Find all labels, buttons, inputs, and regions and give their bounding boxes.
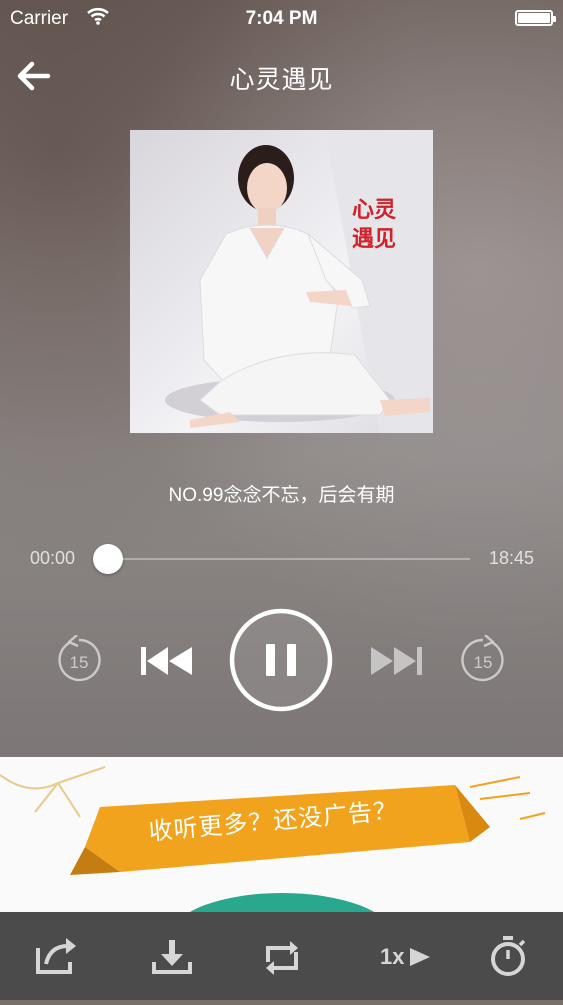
previous-button[interactable] <box>140 645 194 677</box>
forward-15-icon: 15 <box>461 634 504 682</box>
skip-previous-icon <box>141 647 192 675</box>
repeat-button[interactable] <box>258 912 306 1000</box>
forward-seconds: 15 <box>474 653 493 672</box>
rewind-seconds: 15 <box>70 653 89 672</box>
forward-15-button[interactable]: 15 <box>459 634 507 685</box>
share-button[interactable] <box>32 912 80 1000</box>
next-button[interactable] <box>370 645 424 677</box>
timer-button[interactable] <box>484 912 532 1000</box>
clock: 7:04 PM <box>245 8 318 29</box>
track-title: NO.99念念不忘，后会有期 <box>168 485 395 506</box>
page-title: 心灵遇见 <box>229 66 334 94</box>
status-bar: Carrier 7:04 PM <box>0 0 563 38</box>
cover-title-line1: 心灵 <box>352 197 397 223</box>
cover-title: 心灵 遇见 <box>352 196 412 254</box>
total-time: 18:45 <box>488 548 534 568</box>
cover-photo <box>165 130 433 433</box>
pause-icon <box>229 608 333 712</box>
cover-title-line2: 遇见 <box>352 226 397 252</box>
battery-icon <box>515 10 556 26</box>
share-icon <box>36 938 76 974</box>
timer-icon <box>491 936 526 976</box>
repeat-icon <box>266 941 298 975</box>
rewind-15-button[interactable]: 15 <box>55 634 103 685</box>
rewind-15-icon: 15 <box>58 634 101 682</box>
progress-thumb[interactable] <box>93 544 123 574</box>
speed-label: 1x <box>380 944 405 969</box>
pause-button[interactable] <box>229 608 333 712</box>
download-button[interactable] <box>148 912 196 1000</box>
download-icon <box>152 940 192 974</box>
album-cover: 心灵 遇见 <box>130 130 433 433</box>
progress-track[interactable] <box>108 558 470 560</box>
skip-next-icon <box>371 647 422 675</box>
current-time: 00:00 <box>30 548 76 568</box>
